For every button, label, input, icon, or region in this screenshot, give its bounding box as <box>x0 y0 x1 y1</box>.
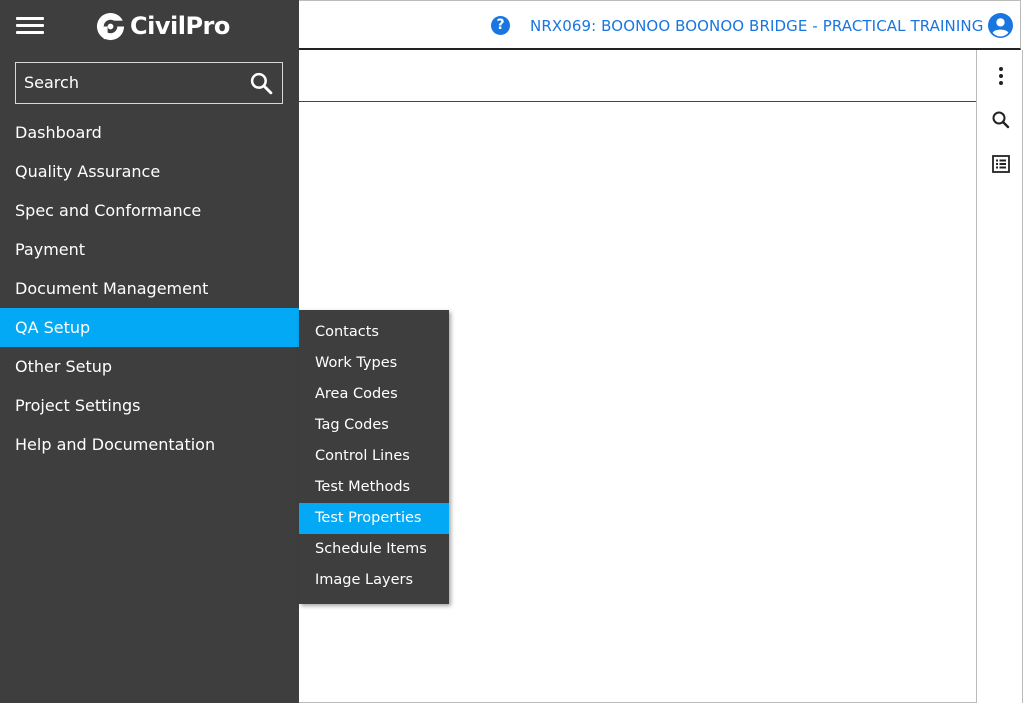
search-icon[interactable] <box>989 108 1013 132</box>
logo[interactable]: CivilPro <box>95 9 230 43</box>
sidebar-nav: Dashboard Quality Assurance Spec and Con… <box>0 113 299 464</box>
sidebar-item-document-management[interactable]: Document Management <box>0 269 299 308</box>
submenu-item-control-lines[interactable]: Control Lines <box>299 441 449 472</box>
search-input[interactable] <box>16 63 236 103</box>
sidebar-item-quality-assurance[interactable]: Quality Assurance <box>0 152 299 191</box>
search-icon[interactable] <box>249 71 274 96</box>
project-title[interactable]: NRX069: BOONOO BOONOO BRIDGE - PRACTICAL… <box>530 17 983 35</box>
right-toolbar <box>976 50 1023 703</box>
search-box[interactable] <box>15 62 283 104</box>
submenu-item-test-properties[interactable]: Test Properties <box>299 503 449 534</box>
submenu-item-tag-codes[interactable]: Tag Codes <box>299 410 449 441</box>
help-icon[interactable]: ? <box>491 16 510 35</box>
submenu-item-schedule-items[interactable]: Schedule Items <box>299 534 449 565</box>
qa-setup-submenu: Contacts Work Types Area Codes Tag Codes… <box>299 310 449 604</box>
sidebar: CivilPro Dashboard Quality Assurance Spe… <box>0 0 299 703</box>
brand-name: CivilPro <box>130 12 230 40</box>
sidebar-item-spec-and-conformance[interactable]: Spec and Conformance <box>0 191 299 230</box>
sidebar-item-help-and-documentation[interactable]: Help and Documentation <box>0 425 299 464</box>
sub-header <box>299 50 977 102</box>
top-header: ? NRX069: BOONOO BOONOO BRIDGE - PRACTIC… <box>299 0 1021 50</box>
submenu-item-area-codes[interactable]: Area Codes <box>299 379 449 410</box>
sidebar-item-qa-setup[interactable]: QA Setup <box>0 308 299 347</box>
submenu-item-image-layers[interactable]: Image Layers <box>299 565 449 596</box>
sidebar-item-project-settings[interactable]: Project Settings <box>0 386 299 425</box>
submenu-item-test-methods[interactable]: Test Methods <box>299 472 449 503</box>
submenu-item-work-types[interactable]: Work Types <box>299 348 449 379</box>
more-vertical-icon[interactable] <box>989 64 1013 88</box>
sidebar-item-payment[interactable]: Payment <box>0 230 299 269</box>
civilpro-logo-icon <box>96 12 126 40</box>
list-icon[interactable] <box>989 152 1013 176</box>
user-account-icon[interactable] <box>988 13 1013 38</box>
sidebar-item-other-setup[interactable]: Other Setup <box>0 347 299 386</box>
submenu-item-contacts[interactable]: Contacts <box>299 317 449 348</box>
sidebar-item-dashboard[interactable]: Dashboard <box>0 113 299 152</box>
hamburger-menu-icon[interactable] <box>16 15 44 37</box>
